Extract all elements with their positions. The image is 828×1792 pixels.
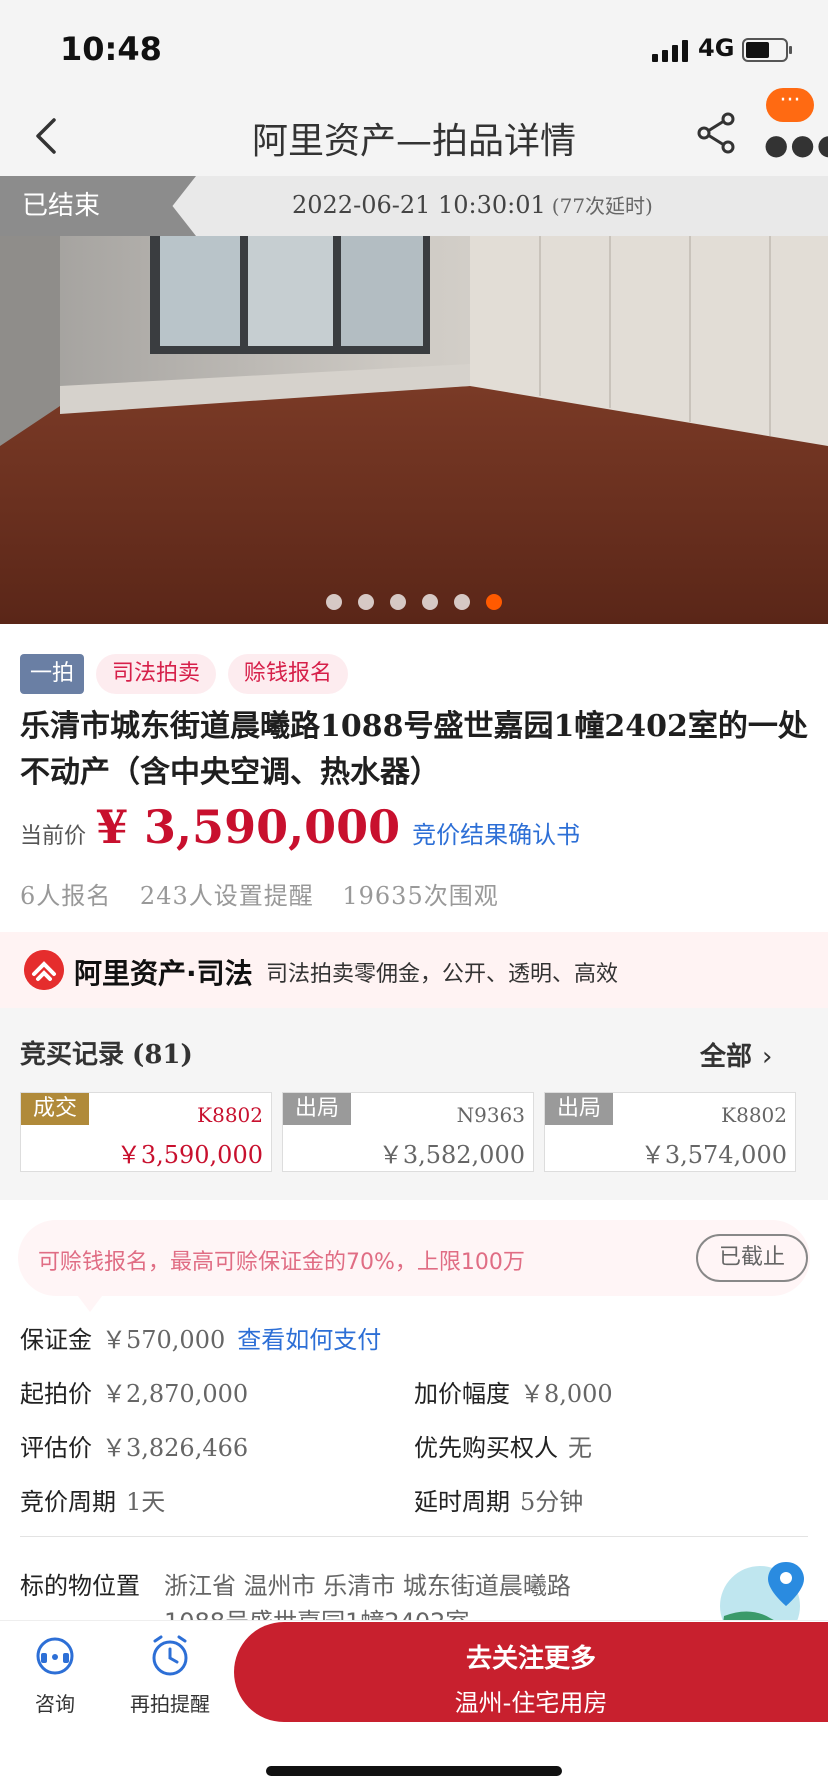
closed-button[interactable]: 已截止 [696, 1234, 808, 1282]
payment-help-link[interactable]: 查看如何支付 [237, 1326, 381, 1354]
bid-amount: ￥3,582,000 [378, 1141, 525, 1169]
item-title: 乐清市城东街道晨曦路1088号盛世嘉园1幢2402室的一处不动产（含中央空调、热… [20, 709, 808, 790]
priority-buyer-row: 优先购买权人无 [414, 1434, 592, 1462]
bidder-id: K8802 [197, 1103, 263, 1127]
auction-status-strip: 已结束 2022-06-21 10:30:01 (77次延时) [0, 176, 828, 236]
credit-signup-note: 可赊钱报名，最高可赊保证金的70%，上限100万 已截止 [18, 1220, 810, 1312]
bid-count: (81) [132, 1040, 193, 1070]
follow-more-button[interactable]: 去关注更多 温州-住宅用房 [234, 1622, 828, 1722]
brand-slogan: 司法拍卖零佣金，公开、透明、高效 [266, 962, 619, 987]
location-label: 标的物位置 [20, 1572, 140, 1600]
follow-category-label: 温州-住宅用房 [454, 1689, 608, 1717]
ended-badge: 已结束 [0, 176, 196, 236]
bid-record-card[interactable]: 成交 K8802 ￥3,590,000 [20, 1092, 272, 1172]
bid-record-card[interactable]: 出局 K8802 ￥3,574,000 [544, 1092, 796, 1172]
more-icon[interactable]: ●●● [764, 128, 828, 161]
share-icon[interactable] [694, 110, 740, 156]
tag-list: 一拍 司法拍卖 赊钱报名 [20, 654, 349, 694]
outbid-badge: 出局 [545, 1093, 614, 1125]
signup-count: 6人报名 [20, 882, 112, 910]
view-all-bids-button[interactable]: 全部 › [700, 1036, 772, 1073]
view-count: 19635次围观 [342, 882, 499, 910]
increment-row: 加价幅度 ￥8,000 [414, 1380, 613, 1408]
status-time: 10:48 [60, 30, 162, 68]
auction-stats: 6人报名 243人设置提醒 19635次围观 [20, 876, 519, 911]
property-photo[interactable] [0, 236, 828, 624]
delay-count: (77次延时) [551, 194, 653, 218]
message-badge-icon[interactable]: ··· [766, 88, 814, 122]
reminder-count: 243人设置提醒 [139, 882, 314, 910]
brand-banner: 阿里资产·司法 司法拍卖零佣金，公开、透明、高效 [0, 932, 828, 1008]
end-time: 2022-06-21 10:30:01 (77次延时) [292, 191, 653, 219]
delay-period-row: 延时周期 5分钟 [414, 1488, 584, 1516]
gallery-dot[interactable] [454, 594, 470, 610]
deposit-row: 保证金 ￥570,000 查看如何支付 [20, 1326, 382, 1354]
start-price-row: 起拍价 ￥2,870,000 [20, 1380, 249, 1408]
status-bar: 10:48 4G [0, 0, 828, 100]
ali-assets-logo-icon [24, 950, 64, 990]
gallery-dot[interactable] [390, 594, 406, 610]
bidder-id: N9363 [456, 1103, 525, 1127]
consult-button[interactable]: 咨询 [32, 1633, 78, 1717]
bid-records-title: 竞买记录 (81) [20, 1040, 193, 1070]
credit-signup-text: 可赊钱报名，最高可赊保证金的70%，上限100万 [38, 1250, 525, 1275]
consult-label: 咨询 [35, 1692, 75, 1716]
chevron-right-icon: › [762, 1042, 773, 1072]
follow-more-label: 去关注更多 [465, 1644, 596, 1674]
bid-period-row: 竞价周期 1天 [20, 1488, 166, 1516]
bid-record-list: 成交 K8802 ￥3,590,000 出局 N9363 ￥3,582,000 … [20, 1092, 796, 1172]
gallery-dots[interactable] [0, 594, 828, 610]
home-indicator [266, 1766, 562, 1776]
bid-amount: ￥3,590,000 [116, 1141, 263, 1169]
gallery-dot[interactable] [358, 594, 374, 610]
outbid-badge: 出局 [283, 1093, 352, 1125]
price-label: 当前价 [20, 824, 87, 849]
tag-judicial-auction: 司法拍卖 [96, 654, 217, 694]
headset-icon [36, 1637, 74, 1675]
room-photo-illustration [0, 236, 828, 624]
remind-label: 再拍提醒 [130, 1692, 210, 1716]
network-label: 4G [698, 34, 735, 62]
divider [20, 1536, 808, 1537]
deposit-value: ￥570,000 [102, 1326, 226, 1354]
tag-auction-round: 一拍 [20, 654, 85, 694]
gallery-dot[interactable] [422, 594, 438, 610]
remind-button[interactable]: 再拍提醒 [130, 1633, 210, 1717]
alarm-clock-icon [152, 1635, 188, 1676]
battery-icon [742, 38, 792, 62]
bid-amount: ￥3,574,000 [640, 1141, 787, 1169]
gallery-dot-active[interactable] [486, 594, 502, 610]
brand-name: 阿里资产·司法 [74, 957, 253, 990]
signal-icon [652, 38, 688, 62]
tag-credit-signup: 赊钱报名 [228, 654, 349, 694]
current-price: ¥ 3,590,000 [96, 800, 401, 854]
nav-bar: 阿里资产—拍品详情 ●●● ··· [0, 88, 828, 176]
deal-badge: 成交 [21, 1093, 90, 1125]
bidder-id: K8802 [721, 1103, 787, 1127]
bid-record-card[interactable]: 出局 N9363 ￥3,582,000 [282, 1092, 534, 1172]
price-row: 当前价 ¥ 3,590,000 竞价结果确认书 [20, 800, 580, 860]
gallery-dot[interactable] [326, 594, 342, 610]
appraisal-row: 评估价 ￥3,826,466 [20, 1434, 249, 1462]
confirm-document-link[interactable]: 竞价结果确认书 [412, 815, 580, 850]
